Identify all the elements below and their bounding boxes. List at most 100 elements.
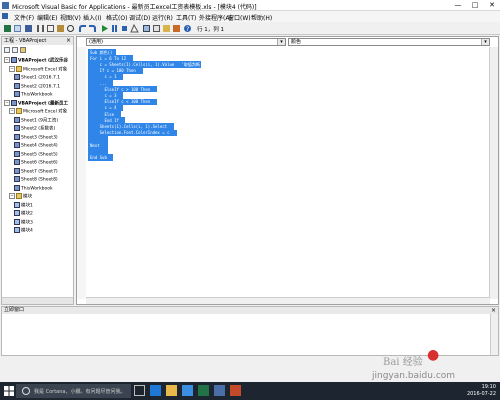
code-line[interactable]: Sub 颜色() bbox=[90, 50, 112, 55]
tree-item[interactable]: Sheet2 (系数表) bbox=[14, 125, 55, 132]
code-line[interactable]: c = 1 bbox=[90, 74, 116, 79]
collapse-icon[interactable]: − bbox=[9, 65, 15, 72]
menu-run[interactable]: 运行(R) bbox=[152, 13, 173, 22]
tree-item[interactable]: − 模块 bbox=[9, 193, 32, 200]
copy-icon[interactable] bbox=[46, 24, 55, 33]
code-line[interactable]: Sheets(1).Cells(i, 1).Select bbox=[90, 124, 167, 129]
reset-icon[interactable] bbox=[120, 24, 129, 33]
app-taskbar-icon[interactable] bbox=[230, 385, 241, 396]
menu-format[interactable]: 格式(O) bbox=[106, 13, 127, 22]
tree-item[interactable]: 模块3 bbox=[14, 218, 33, 225]
tree-item[interactable]: Sheet2 (2016.7.1 bbox=[14, 82, 60, 89]
menu-file[interactable]: 文件(F) bbox=[14, 13, 34, 22]
menu-edit[interactable]: 编辑(E) bbox=[37, 13, 57, 22]
help-icon[interactable]: ? bbox=[183, 24, 192, 33]
code-line[interactable]: c = 4 bbox=[90, 105, 116, 110]
toolbox-icon[interactable] bbox=[172, 24, 181, 33]
code-line[interactable]: If c = 100 Then bbox=[90, 68, 136, 73]
view-code-icon[interactable] bbox=[4, 47, 10, 53]
chevron-down-icon[interactable]: ▾ bbox=[481, 39, 489, 45]
code-line[interactable]: Else bbox=[90, 112, 114, 117]
excel-taskbar-icon[interactable] bbox=[198, 385, 209, 396]
tree-item-label: VBAProject (武汉乐谷 bbox=[18, 58, 69, 64]
run-icon[interactable] bbox=[100, 24, 109, 33]
tree-item[interactable]: 模块2 bbox=[14, 210, 33, 217]
close-icon[interactable]: × bbox=[491, 307, 496, 314]
tree-item[interactable]: ThisWorkbook bbox=[14, 91, 53, 98]
cut-icon[interactable] bbox=[36, 24, 45, 33]
toggle-folders-icon[interactable] bbox=[20, 47, 26, 53]
menu-insert[interactable]: 插入(I) bbox=[83, 13, 101, 22]
code-line[interactable]: c = 3 bbox=[90, 93, 116, 98]
code-line[interactable]: ElseIf c < 100 Then bbox=[90, 99, 150, 104]
tree-item[interactable]: 模块4 bbox=[14, 227, 33, 234]
tree-item[interactable]: Sheet5 (Sheet5) bbox=[14, 150, 58, 157]
minimize-button[interactable]: — bbox=[451, 0, 465, 10]
insert-icon[interactable] bbox=[13, 24, 22, 33]
tree-item[interactable]: Sheet4 (Sheet4) bbox=[14, 142, 58, 149]
close-icon[interactable]: × bbox=[66, 37, 71, 45]
vba-taskbar-icon[interactable] bbox=[214, 385, 225, 396]
code-line[interactable]: Next bbox=[90, 143, 100, 148]
code-line[interactable]: Selection.Font.ColorIndex = c bbox=[90, 130, 170, 135]
excel-icon[interactable] bbox=[3, 24, 12, 33]
task-view-icon[interactable] bbox=[134, 385, 145, 396]
code-line[interactable]: ElseIf c > 100 Then bbox=[90, 87, 150, 92]
tree-item[interactable]: Sheet3 (Sheet3) bbox=[14, 133, 58, 140]
menu-view[interactable]: 视图(V) bbox=[60, 13, 81, 22]
code-line[interactable]: c = Sheets(1).Cells(i, 1).Value '取值判断 bbox=[90, 62, 200, 67]
menu-tools[interactable]: 工具(T) bbox=[176, 13, 196, 22]
tree-item[interactable]: Sheet6 (Sheet6) bbox=[14, 159, 58, 166]
close-button[interactable]: ✕ bbox=[485, 0, 499, 10]
collapse-icon[interactable]: − bbox=[9, 108, 15, 114]
object-combo[interactable]: (通用) ▾ bbox=[86, 38, 286, 46]
paste-icon[interactable] bbox=[56, 24, 65, 33]
tree-item[interactable]: Sheet1 (2016.7.1 bbox=[14, 74, 60, 81]
undo-icon[interactable] bbox=[78, 24, 87, 33]
project-icon[interactable] bbox=[142, 24, 151, 33]
store-icon[interactable] bbox=[182, 385, 193, 396]
code-horizontal-scrollbar[interactable] bbox=[86, 297, 490, 304]
design-icon[interactable] bbox=[130, 23, 139, 33]
menu-addins[interactable]: 外接程序(A) bbox=[199, 13, 232, 22]
tree-item[interactable]: Sheet7 (Sheet7) bbox=[14, 167, 58, 174]
cortana-search-box[interactable]: 我是 Cortana，小娜。有问题尽管问我。 bbox=[16, 384, 131, 398]
tree-item[interactable]: − VBAProject (最新员工 bbox=[4, 99, 68, 106]
collapse-icon[interactable]: − bbox=[9, 193, 15, 199]
collapse-icon[interactable]: − bbox=[4, 57, 10, 63]
excel-small-icon[interactable] bbox=[2, 13, 8, 19]
tree-item[interactable]: − Microsoft Excel 对象 bbox=[9, 65, 67, 72]
menu-help[interactable]: 帮助(H) bbox=[251, 13, 272, 22]
find-icon[interactable] bbox=[66, 24, 75, 33]
edge-icon[interactable] bbox=[150, 385, 161, 396]
collapse-icon[interactable]: − bbox=[4, 99, 10, 106]
maximize-button[interactable]: □ bbox=[468, 0, 482, 10]
tree-item[interactable]: Sheet1 (9月工资) bbox=[14, 116, 58, 123]
code-line[interactable]: End If bbox=[90, 118, 118, 123]
view-object-icon[interactable] bbox=[12, 47, 18, 53]
tree-item[interactable]: − VBAProject (武汉乐谷 bbox=[4, 57, 69, 64]
menu-window[interactable]: 窗口(W) bbox=[228, 13, 251, 22]
tree-item[interactable]: ThisWorkbook bbox=[14, 184, 53, 191]
tree-item[interactable]: 模块1 bbox=[14, 201, 33, 208]
project-horizontal-scrollbar[interactable] bbox=[2, 297, 73, 304]
tree-item[interactable]: − Microsoft Excel 对象 bbox=[9, 108, 67, 115]
code-line[interactable]: For i = 6 To 12 bbox=[90, 56, 126, 61]
sheet-icon bbox=[14, 176, 20, 182]
procedure-combo[interactable]: 颜色 ▾ bbox=[288, 38, 490, 46]
code-line[interactable]: End Sub bbox=[90, 155, 107, 160]
save-icon[interactable] bbox=[24, 24, 33, 33]
redo-icon[interactable] bbox=[88, 24, 97, 33]
file-explorer-icon[interactable] bbox=[166, 385, 177, 396]
object-browser-icon[interactable] bbox=[162, 24, 171, 33]
tree-item[interactable]: Sheet8 (Sheet8) bbox=[14, 176, 58, 183]
properties-icon[interactable] bbox=[152, 24, 161, 33]
chevron-down-icon[interactable]: ▾ bbox=[277, 39, 285, 45]
code-editor[interactable]: Sub 颜色() For i = 6 To 12 c = Sheets(1).Ce… bbox=[86, 47, 490, 299]
code-line[interactable]: ... bbox=[90, 81, 107, 86]
menu-debug[interactable]: 调试(D) bbox=[129, 13, 150, 22]
break-icon[interactable] bbox=[110, 24, 119, 33]
system-clock[interactable]: 19:10 2016-07-22 bbox=[467, 384, 496, 398]
windows-start-icon[interactable] bbox=[4, 386, 14, 396]
code-vertical-scrollbar[interactable] bbox=[489, 47, 498, 299]
